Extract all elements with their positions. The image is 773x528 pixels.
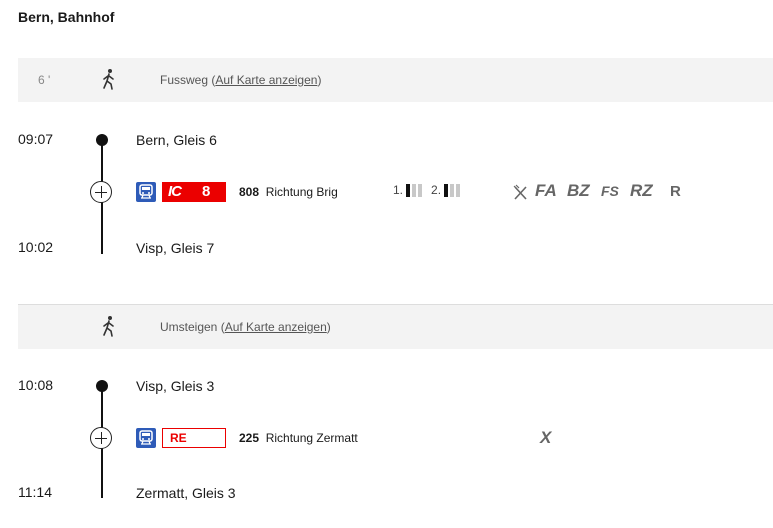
train-number-line: 225 Richtung Zermatt [239,431,358,445]
occupancy-indicator: 1. 2. [393,183,466,197]
occupancy-class-2: 2. [431,183,442,197]
train-icon [136,428,156,448]
restaurant-icon [512,184,530,202]
walk-row: 6 ' Fussweg (Auf Karte anzeigen) [18,58,773,102]
stop-dot [96,134,108,146]
walking-person-icon [98,315,120,339]
transfer-text: Umsteigen (Auf Karte anzeigen) [160,320,331,334]
departure-time: 09:07 [18,131,54,147]
transfer-row: Umsteigen (Auf Karte anzeigen) [18,304,773,349]
attribute-fa: FA [535,181,557,200]
walking-person-icon [98,68,120,92]
attribute-r: R [670,183,681,200]
product-badge-ic: IC 8 [162,182,226,202]
attribute-fs: FS [601,183,619,199]
occupancy-icon [406,183,423,197]
departure-stop[interactable]: Visp, Gleis 3 [136,378,214,394]
station-title: Bern, Bahnhof [18,9,115,25]
train-icon [136,182,156,202]
product-badge-re: RE [162,428,226,448]
departure-stop[interactable]: Bern, Gleis 6 [136,132,217,148]
attribute-bz: BZ [567,181,590,200]
show-on-map-link[interactable]: Auf Karte anzeigen [215,73,317,87]
arrival-time: 10:02 [18,239,54,255]
stop-dot [96,380,108,392]
departure-time: 10:08 [18,377,54,393]
arrival-time: 11:14 [18,484,52,500]
arrival-stop[interactable]: Visp, Gleis 7 [136,240,214,256]
occupancy-icon [444,183,461,197]
show-on-map-link[interactable]: Auf Karte anzeigen [225,320,327,334]
plus-circle-icon[interactable] [90,181,112,203]
plus-circle-icon[interactable] [90,427,112,449]
train-number-line: 808 Richtung Brig [239,185,338,199]
walk-text: Fussweg (Auf Karte anzeigen) [160,73,322,87]
attribute-x: X [540,428,552,447]
attribute-rz: RZ [630,181,653,200]
occupancy-class-1: 1. [393,183,404,197]
walk-duration: 6 ' [38,73,51,87]
arrival-stop[interactable]: Zermatt, Gleis 3 [136,485,236,501]
